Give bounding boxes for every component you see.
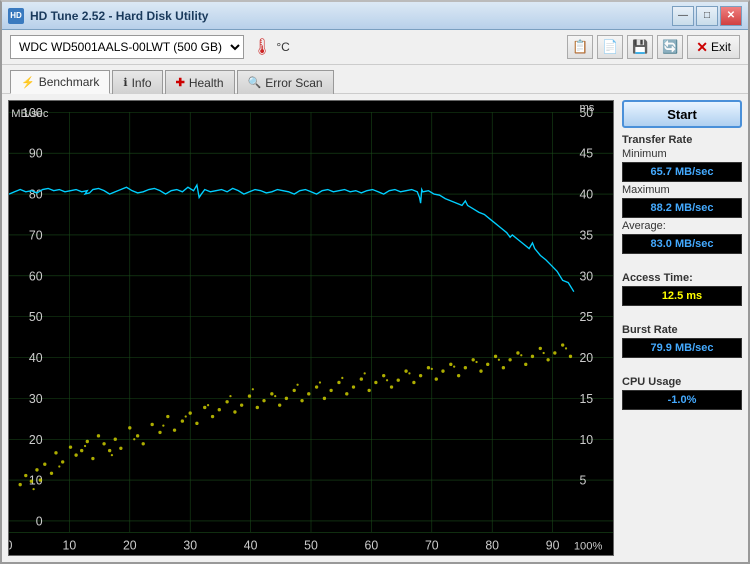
spacer1	[622, 260, 742, 266]
cpu-usage-section: CPU Usage -1.0%	[622, 376, 742, 410]
transfer-rate-label: Transfer Rate	[622, 134, 742, 146]
maximize-button[interactable]: □	[696, 6, 718, 26]
tab-info[interactable]: ℹ Info	[112, 70, 162, 94]
maximum-value: 88.2 MB/sec	[622, 198, 742, 218]
svg-text:40: 40	[244, 538, 258, 552]
toolbar-icons: 📋 📄 💾 🔄 ✕ Exit	[567, 35, 740, 59]
spacer2	[622, 312, 742, 318]
svg-text:30: 30	[183, 538, 197, 552]
refresh-icon-button[interactable]: 🔄	[657, 35, 683, 59]
tab-health-label: Health	[189, 76, 224, 90]
tab-errorscan[interactable]: 🔍 Error Scan	[237, 70, 334, 94]
minimize-button[interactable]: —	[672, 6, 694, 26]
transfer-rate-section: Transfer Rate Minimum 65.7 MB/sec Maximu…	[622, 134, 742, 254]
save-icon: 💾	[632, 39, 648, 55]
exit-label: Exit	[711, 40, 731, 54]
svg-text:20: 20	[579, 351, 593, 365]
errorscan-icon: 🔍	[248, 76, 262, 89]
copy-icon: 📋	[572, 39, 588, 55]
app-icon: HD	[8, 8, 24, 24]
svg-text:10: 10	[63, 538, 77, 552]
svg-text:50: 50	[29, 310, 43, 324]
average-label: Average:	[622, 220, 742, 232]
minimum-value: 65.7 MB/sec	[622, 162, 742, 182]
svg-text:20: 20	[123, 538, 137, 552]
copy-icon-button[interactable]: 📋	[567, 35, 593, 59]
svg-text:70: 70	[29, 228, 43, 242]
temperature-display: 🌡 °C	[252, 37, 290, 57]
svg-text:10: 10	[579, 433, 593, 447]
close-button[interactable]: ✕	[720, 6, 742, 26]
window-controls: — □ ✕	[672, 6, 742, 26]
save-icon-button[interactable]: 💾	[627, 35, 653, 59]
average-value: 83.0 MB/sec	[622, 234, 742, 254]
health-icon: ✚	[176, 76, 185, 89]
start-button[interactable]: Start	[622, 100, 742, 128]
paste-icon: 📄	[602, 39, 618, 55]
sidebar: Start Transfer Rate Minimum 65.7 MB/sec …	[622, 100, 742, 556]
svg-text:MB/sec: MB/sec	[11, 108, 49, 120]
svg-text:40: 40	[29, 351, 43, 365]
thermometer-icon: 🌡	[252, 37, 272, 57]
window-title: HD Tune 2.52 - Hard Disk Utility	[30, 9, 672, 23]
tab-benchmark-label: Benchmark	[39, 75, 100, 89]
svg-text:5: 5	[579, 474, 586, 488]
svg-text:90: 90	[546, 538, 560, 552]
svg-text:20: 20	[29, 433, 43, 447]
benchmark-chart: 100 90 80 70 60 50 40 30 20 10 0 MB/sec …	[8, 100, 614, 556]
tab-errorscan-label: Error Scan	[265, 76, 322, 90]
burst-rate-label: Burst Rate	[622, 324, 742, 336]
tab-bar: ⚡ Benchmark ℹ Info ✚ Health 🔍 Error Scan	[2, 65, 748, 93]
tab-info-label: Info	[132, 76, 152, 90]
paste-icon-button[interactable]: 📄	[597, 35, 623, 59]
info-icon: ℹ	[123, 76, 127, 89]
title-bar: HD HD Tune 2.52 - Hard Disk Utility — □ …	[2, 2, 748, 30]
svg-text:35: 35	[579, 228, 593, 242]
drive-selector[interactable]: WDC WD5001AALS-00LWT (500 GB)	[10, 35, 244, 59]
tab-health[interactable]: ✚ Health	[165, 70, 235, 94]
tab-benchmark[interactable]: ⚡ Benchmark	[10, 70, 110, 94]
minimum-label: Minimum	[622, 148, 742, 160]
svg-text:45: 45	[579, 147, 593, 161]
refresh-icon: 🔄	[662, 39, 678, 55]
cpu-usage-label: CPU Usage	[622, 376, 742, 388]
svg-text:0: 0	[9, 538, 13, 552]
burst-rate-section: Burst Rate 79.9 MB/sec	[622, 324, 742, 358]
svg-text:ms: ms	[579, 102, 594, 114]
svg-text:60: 60	[365, 538, 379, 552]
svg-text:30: 30	[579, 269, 593, 283]
svg-text:25: 25	[579, 310, 593, 324]
svg-text:90: 90	[29, 147, 43, 161]
svg-text:0: 0	[36, 514, 43, 528]
exit-button[interactable]: ✕ Exit	[687, 35, 740, 59]
svg-text:100%: 100%	[574, 540, 603, 552]
main-content: 100 90 80 70 60 50 40 30 20 10 0 MB/sec …	[2, 93, 748, 562]
exit-x-icon: ✕	[696, 39, 708, 56]
svg-text:40: 40	[579, 188, 593, 202]
access-time-label: Access Time:	[622, 272, 742, 284]
svg-text:30: 30	[29, 392, 43, 406]
benchmark-icon: ⚡	[21, 76, 35, 89]
access-time-value: 12.5 ms	[622, 286, 742, 306]
spacer3	[622, 364, 742, 370]
burst-rate-value: 79.9 MB/sec	[622, 338, 742, 358]
svg-text:80: 80	[29, 188, 43, 202]
chart-svg: 100 90 80 70 60 50 40 30 20 10 0 MB/sec …	[9, 101, 613, 555]
svg-text:50: 50	[304, 538, 318, 552]
svg-text:15: 15	[579, 392, 593, 406]
cpu-usage-value: -1.0%	[622, 390, 742, 410]
access-time-section: Access Time: 12.5 ms	[622, 272, 742, 306]
svg-text:70: 70	[425, 538, 439, 552]
toolbar: WDC WD5001AALS-00LWT (500 GB) 🌡 °C 📋 📄 💾…	[2, 30, 748, 65]
svg-text:60: 60	[29, 269, 43, 283]
svg-text:80: 80	[485, 538, 499, 552]
temp-unit: °C	[276, 40, 289, 54]
maximum-label: Maximum	[622, 184, 742, 196]
main-window: HD HD Tune 2.52 - Hard Disk Utility — □ …	[0, 0, 750, 564]
